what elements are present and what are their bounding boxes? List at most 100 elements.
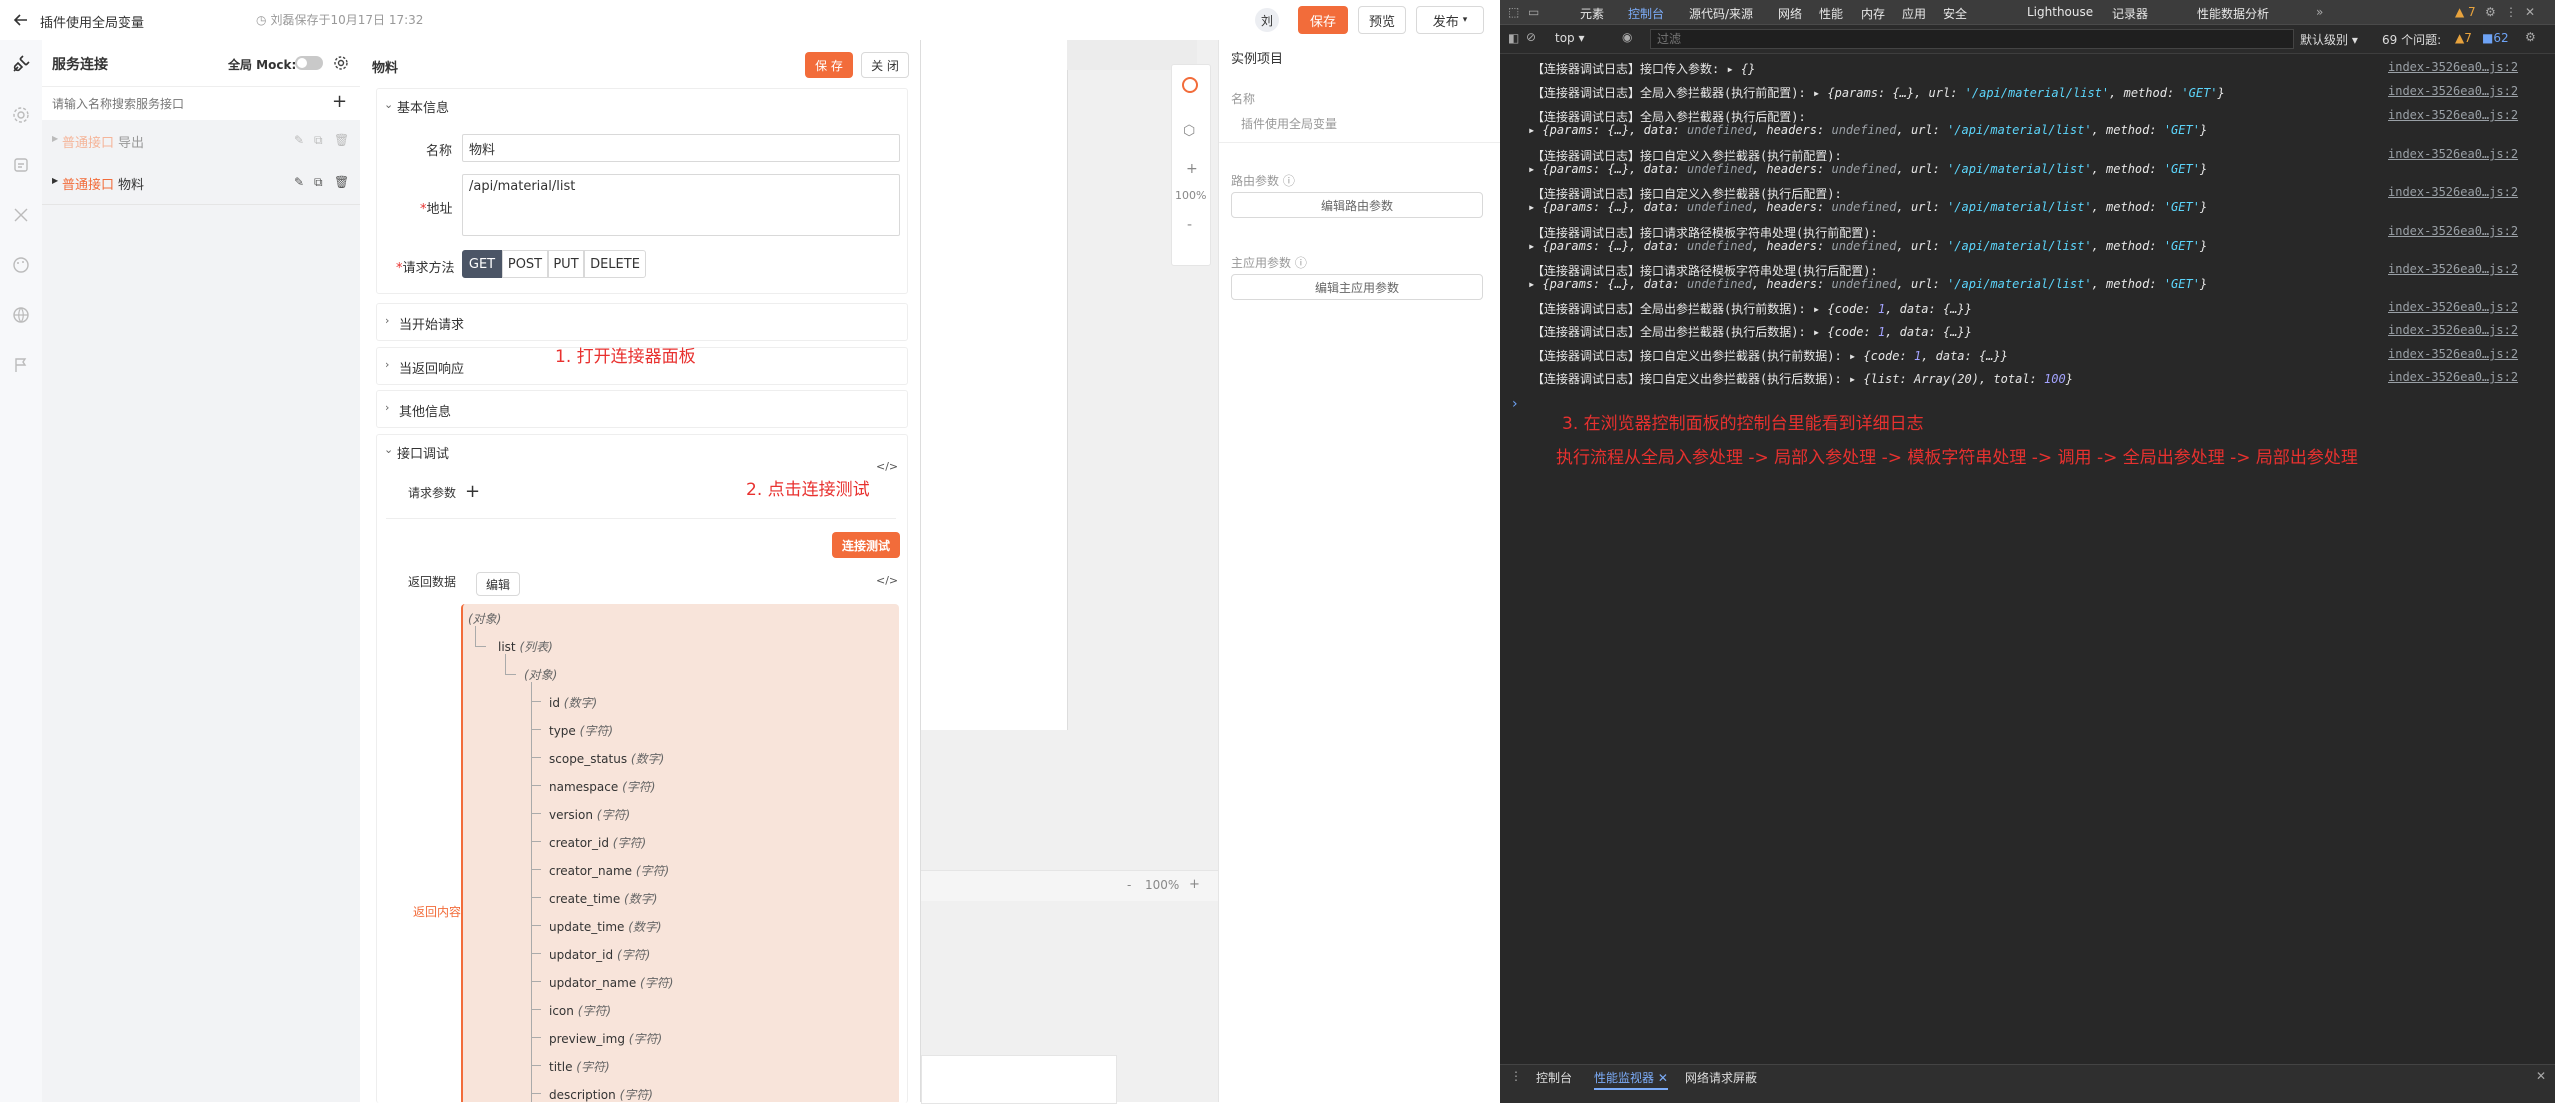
arrow-left-icon[interactable] <box>12 11 30 29</box>
eye-icon[interactable]: ◉ <box>1622 30 1632 44</box>
service-item-export[interactable]: ▶ 普通接口 导出 ✎ ⧉ 🗑 <box>42 120 360 163</box>
console-log-object[interactable]: ▸ {params: {…}, data: undefined, headers… <box>1528 239 2207 253</box>
device-icon[interactable]: ▭ <box>1528 5 1539 19</box>
devtools-tab[interactable]: 性能数据分析 <box>2197 5 2269 22</box>
devtools-tab[interactable]: Lighthouse <box>2027 5 2093 19</box>
console-log-source-link[interactable]: index-3526ea0…js:2 <box>2388 347 2518 361</box>
save-button[interactable]: 保存 <box>1298 6 1348 34</box>
service-item-material[interactable]: ▶ 普通接口 物料 ✎ ⧉ 🗑 <box>42 162 360 205</box>
inspect-icon[interactable]: ⬚ <box>1508 5 1519 19</box>
method-delete[interactable]: DELETE <box>584 250 646 278</box>
edit-main-params-button[interactable]: 编辑主应用参数 <box>1231 274 1483 300</box>
console-log-source-link[interactable]: index-3526ea0…js:2 <box>2388 84 2518 98</box>
gear-icon[interactable] <box>12 106 30 124</box>
edit-return-button[interactable]: 编辑 <box>476 572 520 596</box>
url-input[interactable]: /api/material/list <box>462 174 900 236</box>
console-log-source-link[interactable]: index-3526ea0…js:2 <box>2388 147 2518 161</box>
code-icon[interactable]: </> <box>876 574 898 587</box>
console-log-source-link[interactable]: index-3526ea0…js:2 <box>2388 60 2518 74</box>
zoom-out-icon[interactable]: - <box>1187 217 1192 233</box>
drawer-tab-performance-monitor[interactable]: 性能监视器 ✕ <box>1594 1069 1668 1090</box>
context-select[interactable]: top ▾ <box>1555 31 1585 45</box>
publish-button[interactable]: 发布 ▾ <box>1416 6 1484 34</box>
console-log-object[interactable]: ▸ {params: {…}, data: undefined, headers… <box>1528 200 2207 214</box>
preview-button[interactable]: 预览 <box>1358 6 1406 34</box>
console-log-object[interactable]: ▸ {params: {…}, url: '/api/material/list… <box>1813 86 2225 100</box>
chevron-down-icon[interactable]: ⌄ <box>384 443 393 456</box>
devtools-tab[interactable]: 控制台 <box>1628 5 1665 27</box>
close-icon[interactable]: ✕ <box>2525 5 2535 19</box>
console-log-object[interactable]: ▸ {list: Array(20), total: 100} <box>1849 372 2073 386</box>
caret-right-icon[interactable]: ▶ <box>52 134 58 143</box>
console-log-object[interactable]: ▸ {} <box>1726 62 1755 76</box>
console-log-source-link[interactable]: index-3526ea0…js:2 <box>2388 300 2518 314</box>
devtools-tab[interactable]: 性能 <box>1819 5 1843 22</box>
devtools-tab[interactable]: 网络 <box>1778 5 1802 22</box>
issues-label[interactable]: 69 个问题: <box>2382 31 2441 48</box>
history-icon[interactable] <box>1182 77 1198 93</box>
more-tabs-icon[interactable]: » <box>2316 5 2323 19</box>
drawer-tab-console[interactable]: 控制台 <box>1536 1069 1572 1086</box>
palette-icon[interactable] <box>12 256 30 274</box>
console-log-source-link[interactable]: index-3526ea0…js:2 <box>2388 370 2518 384</box>
add-service-icon[interactable]: + <box>332 92 347 112</box>
clear-console-icon[interactable]: ⊘ <box>1526 30 1536 44</box>
close-icon[interactable]: ✕ <box>1658 1071 1668 1085</box>
copy-icon[interactable]: ⧉ <box>314 175 323 190</box>
on-request-section[interactable]: › 当开始请求 <box>376 303 908 341</box>
delete-icon[interactable]: 🗑 <box>334 133 349 147</box>
method-post[interactable]: POST <box>502 250 548 278</box>
log-level-select[interactable]: 默认级别 ▾ <box>2300 31 2358 48</box>
sidebar-icon[interactable]: ◧ <box>1508 31 1519 45</box>
console-log-object[interactable]: ▸ {code: 1, data: {…}} <box>1813 302 1972 316</box>
basic-info-title[interactable]: 基本信息 <box>397 97 449 116</box>
console-log-source-link[interactable]: index-3526ea0…js:2 <box>2388 185 2518 199</box>
delete-icon[interactable]: 🗑 <box>334 175 349 189</box>
editor-save-button[interactable]: 保 存 <box>805 52 853 78</box>
devtools-tab[interactable]: 内存 <box>1861 5 1885 22</box>
chevron-down-icon[interactable]: ⌄ <box>384 98 393 111</box>
database-icon[interactable] <box>12 156 30 174</box>
drawer-tab-network-block[interactable]: 网络请求屏蔽 <box>1685 1069 1757 1086</box>
devtools-tab[interactable]: 安全 <box>1943 5 1967 22</box>
settings-icon[interactable] <box>333 55 349 71</box>
console-prompt[interactable]: › <box>1512 396 1518 412</box>
edit-route-params-button[interactable]: 编辑路由参数 <box>1231 192 1483 218</box>
method-get[interactable]: GET <box>462 250 502 278</box>
console-log-object[interactable]: ▸ {code: 1, data: {…}} <box>1849 349 2008 363</box>
method-put[interactable]: PUT <box>548 250 584 278</box>
bottom-zoom-in-icon[interactable]: + <box>1189 877 1200 892</box>
add-param-icon[interactable]: + <box>465 481 480 502</box>
connect-test-button[interactable]: 连接测试 <box>832 532 900 558</box>
other-info-section[interactable]: › 其他信息 <box>376 390 908 428</box>
console-settings-icon[interactable]: ⚙ <box>2525 30 2536 44</box>
globe-icon[interactable] <box>12 306 30 324</box>
issues-info-badge[interactable]: ■62 <box>2482 31 2509 45</box>
plug-icon[interactable] <box>10 53 32 75</box>
drawer-menu-icon[interactable]: ⋮ <box>1510 1069 1522 1083</box>
name-input[interactable] <box>462 134 900 162</box>
more-icon[interactable]: ⋮ <box>2505 5 2517 19</box>
console-log-source-link[interactable]: index-3526ea0…js:2 <box>2388 262 2518 276</box>
console-log-object[interactable]: ▸ {params: {…}, data: undefined, headers… <box>1528 123 2207 137</box>
close-drawer-icon[interactable]: ✕ <box>2536 1069 2546 1083</box>
edit-icon[interactable]: ✎ <box>294 175 304 189</box>
console-log-source-link[interactable]: index-3526ea0…js:2 <box>2388 224 2518 238</box>
debug-section-title[interactable]: 接口调试 <box>397 443 449 462</box>
tools-icon[interactable] <box>12 206 30 224</box>
console-log-object[interactable]: ▸ {code: 1, data: {…}} <box>1813 325 1972 339</box>
warning-badge[interactable]: ▲ 7 <box>2455 5 2476 19</box>
devtools-tab[interactable]: 记录器 <box>2112 5 2148 22</box>
devtools-tab[interactable]: 元素 <box>1580 5 1604 22</box>
devtools-tab[interactable]: 应用 <box>1902 5 1926 22</box>
console-log-object[interactable]: ▸ {params: {…}, data: undefined, headers… <box>1528 162 2207 176</box>
issues-warn-badge[interactable]: ▲7 <box>2455 31 2472 45</box>
caret-right-icon[interactable]: ▶ <box>52 176 58 185</box>
console-filter-input[interactable] <box>1650 29 2294 49</box>
mock-toggle[interactable] <box>295 56 323 70</box>
console-log-source-link[interactable]: index-3526ea0…js:2 <box>2388 323 2518 337</box>
console-log-source-link[interactable]: index-3526ea0…js:2 <box>2388 108 2518 122</box>
flag-icon[interactable] <box>12 356 30 374</box>
cube-icon[interactable]: ⬡ <box>1183 123 1195 139</box>
edit-icon[interactable]: ✎ <box>294 133 304 147</box>
